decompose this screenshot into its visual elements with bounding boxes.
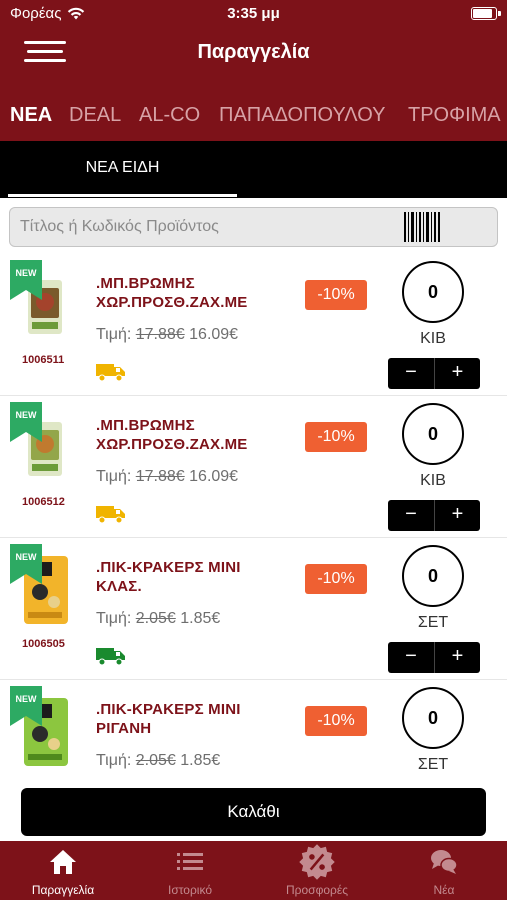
subtabs: ΝΕΑ ΕΙΔΗ (0, 141, 507, 198)
unit-label: ΚΙΒ (420, 330, 446, 347)
tab-papadopoulou[interactable]: ΠΑΠΑΔΟΠΟΥΛΟΥ (219, 104, 385, 127)
quantity-circle[interactable]: 0 (402, 545, 464, 607)
unit-label: ΚΙΒ (420, 472, 446, 489)
truck-yellow-icon (96, 364, 125, 382)
tab-trofima[interactable]: ΤΡΟΦΙΜΑ (408, 104, 501, 127)
current-price: 1.85€ (180, 752, 221, 769)
decrement-button[interactable]: − (388, 358, 434, 389)
product-row[interactable]: NEW 1006511 .ΜΠ.ΒΡΩΜΗΣ ΧΩΡ.ΠΡΟΣΘ.ΖΑΧ.ΜΕ … (0, 254, 507, 396)
increment-button[interactable]: + (434, 358, 480, 389)
category-tabs: ΝΕΑ DEAL AL-CO ΠΑΠΑΔΟΠΟΥΛΟΥ ΤΡΟΦΙΜΑ (0, 104, 507, 134)
tab-al-co[interactable]: AL-CO (139, 104, 200, 127)
header: Φορέας 3:35 μμ Παραγγελία ΝΕΑ DEAL AL-CO… (0, 0, 507, 141)
page-title: Παραγγελία (197, 41, 310, 63)
list-icon (177, 853, 203, 870)
product-list: NEW 1006511 .ΜΠ.ΒΡΩΜΗΣ ΧΩΡ.ΠΡΟΣΘ.ΖΑΧ.ΜΕ … (0, 254, 507, 800)
product-name[interactable]: .ΠΙΚ-ΚΡΑΚΕΡΣ ΜΙΝΙ ΚΛΑΣ. (96, 558, 296, 596)
truck-yellow-icon (96, 506, 125, 524)
decrement-button[interactable]: − (388, 642, 434, 673)
product-price: Τιμή: 2.05€ 1.85€ (96, 752, 221, 769)
increment-button[interactable]: + (434, 500, 480, 531)
product-code: 1006511 (22, 354, 65, 366)
current-price: 16.09€ (189, 468, 239, 485)
tab-order[interactable]: Παραγγελία (0, 841, 126, 900)
search-bar (9, 207, 498, 247)
truck-green-icon (96, 648, 125, 666)
product-code: 1006512 (22, 496, 65, 508)
product-price: Τιμή: 17.88€ 16.09€ (96, 468, 239, 485)
product-row[interactable]: NEW 1006512 .ΜΠ.ΒΡΩΜΗΣ ΧΩΡ.ΠΡΟΣΘ.ΖΑΧ.ΜΕ … (0, 396, 507, 538)
quantity-circle[interactable]: 0 (402, 687, 464, 749)
subtab-indicator (8, 194, 237, 197)
new-badge: NEW (10, 686, 42, 726)
cart-button[interactable]: Καλάθι (21, 788, 486, 836)
product-row[interactable]: NEW 1006505 .ΠΙΚ-ΚΡΑΚΕΡΣ ΜΙΝΙ ΚΛΑΣ. Τιμή… (0, 538, 507, 680)
increment-button[interactable]: + (434, 642, 480, 673)
quantity-stepper: − + (388, 500, 480, 531)
search-input[interactable] (10, 208, 390, 246)
discount-badge: -10% (305, 422, 367, 452)
current-price: 1.85€ (180, 610, 221, 627)
battery-icon (471, 7, 501, 20)
quantity-circle[interactable]: 0 (402, 261, 464, 323)
old-price: 17.88€ (135, 326, 185, 343)
product-name[interactable]: .ΠΙΚ-ΚΡΑΚΕΡΣ ΜΙΝΙ ΡΙΓΑΝΗ (96, 700, 296, 738)
old-price: 17.88€ (135, 468, 185, 485)
current-price: 16.09€ (189, 326, 239, 343)
bottom-tab-bar: Παραγγελία Ιστορικό Προσφορές Νέα (0, 841, 507, 900)
product-price: Τιμή: 17.88€ 16.09€ (96, 326, 239, 343)
new-badge: NEW (10, 402, 42, 442)
subtab-nea-eidi[interactable]: ΝΕΑ ΕΙΔΗ (8, 141, 237, 198)
new-badge: NEW (10, 544, 42, 584)
discount-badge: -10% (305, 280, 367, 310)
barcode-scanner-icon[interactable] (404, 212, 440, 242)
app-screen: Φορέας 3:35 μμ Παραγγελία ΝΕΑ DEAL AL-CO… (0, 0, 507, 900)
chat-bubbles-icon (431, 850, 458, 874)
product-code: 1006505 (22, 638, 65, 650)
status-time: 3:35 μμ (227, 5, 280, 22)
unit-label: ΣΕΤ (417, 756, 449, 773)
new-badge: NEW (10, 260, 42, 300)
tab-deal[interactable]: DEAL (69, 104, 121, 127)
quantity-stepper: − + (388, 642, 480, 673)
decrement-button[interactable]: − (388, 500, 434, 531)
discount-badge: -10% (305, 564, 367, 594)
tab-offers[interactable]: Προσφορές (254, 841, 380, 900)
quantity-stepper: − + (388, 358, 480, 389)
product-row[interactable]: NEW .ΠΙΚ-ΚΡΑΚΕΡΣ ΜΙΝΙ ΡΙΓΑΝΗ Τιμή: 2.05€… (0, 680, 507, 800)
home-icon (50, 850, 76, 874)
old-price: 2.05€ (135, 610, 176, 627)
quantity-circle[interactable]: 0 (402, 403, 464, 465)
percent-badge-icon (299, 844, 335, 880)
product-name[interactable]: .ΜΠ.ΒΡΩΜΗΣ ΧΩΡ.ΠΡΟΣΘ.ΖΑΧ.ΜΕ (96, 416, 296, 454)
old-price: 2.05€ (135, 752, 176, 769)
tab-news[interactable]: Νέα (381, 841, 507, 900)
status-bar: Φορέας 3:35 μμ (0, 0, 507, 28)
discount-badge: -10% (305, 706, 367, 736)
tab-nea[interactable]: ΝΕΑ (10, 104, 52, 127)
product-name[interactable]: .ΜΠ.ΒΡΩΜΗΣ ΧΩΡ.ΠΡΟΣΘ.ΖΑΧ.ΜΕ (96, 274, 296, 312)
product-price: Τιμή: 2.05€ 1.85€ (96, 610, 221, 627)
tab-history[interactable]: Ιστορικό (127, 841, 253, 900)
unit-label: ΣΕΤ (417, 614, 449, 631)
